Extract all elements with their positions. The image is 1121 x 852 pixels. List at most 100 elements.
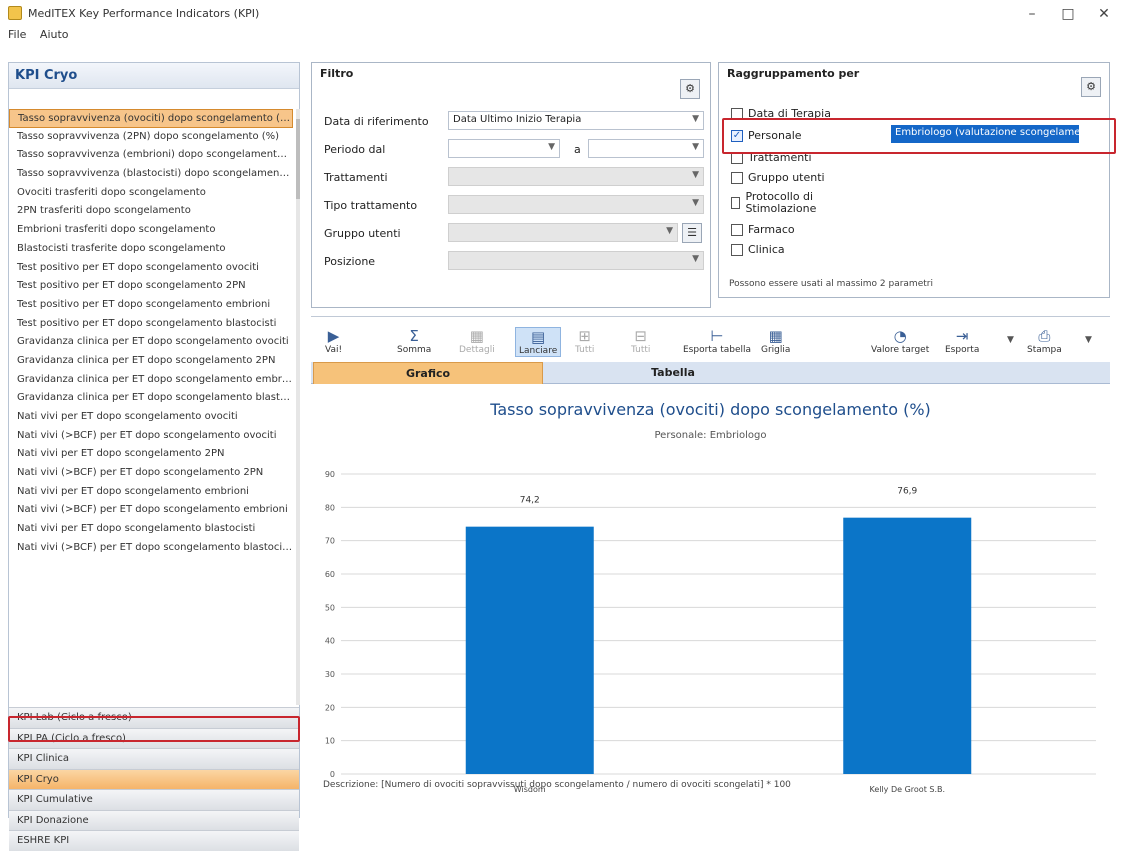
kpi-list-item[interactable]: Blastocisti trasferite dopo scongelament… [9, 240, 293, 259]
sidebar-scrollbar[interactable] [296, 109, 300, 705]
expand-icon: ⊞ [578, 327, 591, 345]
filter-reset-icon[interactable]: ⚙ [680, 79, 700, 99]
scroll-thumb[interactable] [296, 119, 300, 199]
tab-table[interactable]: Tabella [543, 362, 803, 384]
checkbox-box[interactable] [731, 197, 741, 209]
treatments-select[interactable]: ▼ [448, 167, 704, 186]
grid-label: Griglia [761, 345, 791, 355]
grid-icon: ▦ [768, 327, 783, 345]
kpi-list-item[interactable]: Tasso sopravvivenza (embrioni) dopo scon… [9, 146, 293, 165]
details-label: Dettagli [459, 345, 495, 355]
checkbox-clinic[interactable]: Clinica [731, 243, 785, 256]
grouping-reset-icon[interactable]: ⚙ [1081, 77, 1101, 97]
kpi-list-item[interactable]: Nati vivi (>BCF) per ET dopo scongelamen… [9, 539, 293, 558]
details-button[interactable]: ▦ Dettagli [459, 327, 495, 355]
user-group-picker-icon[interactable]: ☰ [682, 223, 702, 243]
kpi-list-item[interactable]: Embrioni trasferiti dopo scongelamento [9, 221, 293, 240]
kpi-list-item[interactable]: Gravidanza clinica per ET dopo scongelam… [9, 352, 293, 371]
all-label-2: Tutti [631, 345, 651, 355]
chart-icon: ▤ [531, 328, 546, 346]
all-button-1[interactable]: ⊞ Tutti [575, 327, 594, 355]
menu-file[interactable]: File [8, 28, 26, 41]
y-tick-label: 0 [330, 770, 335, 779]
kpi-list-item[interactable]: Test positivo per ET dopo scongelamento … [9, 296, 293, 315]
kpi-list-item[interactable]: Test positivo per ET dopo scongelamento … [9, 259, 293, 278]
export-table-label: Esporta tabella [683, 345, 752, 355]
toolbar: ▶ Vai! Σ Somma ▦ Dettagli ▤ Lanciare ⊞ Tutti … [311, 316, 1110, 368]
kpi-group-5[interactable]: KPI Donazione [9, 809, 299, 830]
chart-footnote: Descrizione: [Numero di ovociti sopravvi… [323, 780, 791, 790]
checkbox-label: Farmaco [748, 223, 795, 236]
reference-date-select[interactable]: Data Ultimo Inizio Terapia ▼ [448, 111, 704, 130]
kpi-list-item[interactable]: Test positivo per ET dopo scongelamento … [9, 277, 293, 296]
period-from-input[interactable]: ▼ [448, 139, 560, 158]
y-tick-label: 80 [325, 503, 335, 512]
view-tabs: Grafico Tabella [311, 362, 1110, 384]
launch-button[interactable]: ▤ Lanciare [515, 327, 562, 357]
position-select[interactable]: ▼ [448, 251, 704, 270]
checkbox-user-group[interactable]: Gruppo utenti [731, 171, 825, 184]
grouping-panel: Raggruppamento per ⚙ Data di Terapia ✓ Pe… [718, 62, 1110, 298]
kpi-list-item[interactable]: Tasso sopravvivenza (blastocisti) dopo s… [9, 165, 293, 184]
go-label: Vai! [325, 345, 343, 355]
kpi-group-3[interactable]: KPI Cryo [9, 768, 299, 789]
print-dropdown-icon[interactable]: ▼ [1085, 335, 1092, 345]
period-to-input[interactable]: ▼ [588, 139, 704, 158]
close-button[interactable]: ✕ [1094, 5, 1114, 23]
y-tick-label: 60 [325, 570, 335, 579]
kpi-group-4[interactable]: KPI Cumulative [9, 789, 299, 810]
tab-chart[interactable]: Grafico [313, 362, 543, 384]
checkbox-protocol[interactable]: Protocollo di Stimolazione [731, 191, 851, 215]
checkbox-box[interactable] [731, 171, 743, 184]
target-value-label: Valore target [871, 345, 930, 355]
y-tick-label: 70 [325, 537, 335, 546]
kpi-group-2[interactable]: KPI Clinica [9, 748, 299, 769]
minimize-button[interactable]: – [1022, 5, 1042, 23]
kpi-list-item[interactable]: Ovociti trasferiti dopo scongelamento [9, 184, 293, 203]
sum-label: Somma [397, 345, 432, 355]
details-icon: ▦ [469, 327, 484, 345]
highlight-personale [722, 118, 1116, 154]
kpi-list-item[interactable]: Nati vivi (>BCF) per ET dopo scongelamen… [9, 464, 293, 483]
label-period-to: a [574, 143, 581, 156]
checkbox-drug[interactable]: Farmaco [731, 223, 795, 236]
collapse-icon: ⊟ [634, 327, 647, 345]
kpi-list-item[interactable]: Gravidanza clinica per ET dopo scongelam… [9, 371, 293, 390]
checkbox-box[interactable] [731, 243, 743, 256]
go-button[interactable]: ▶ Vai! [325, 327, 342, 355]
kpi-list-item[interactable]: Gravidanza clinica per ET dopo scongelam… [9, 333, 293, 352]
target-value-button[interactable]: ◔ Valore target [871, 327, 929, 355]
kpi-list-item[interactable]: Tasso sopravvivenza (ovociti) dopo scong… [9, 109, 293, 128]
grouping-title: Raggruppamento per [727, 67, 860, 80]
grid-button[interactable]: ▦ Griglia [761, 327, 790, 355]
chevron-down-icon: ▼ [692, 254, 699, 264]
sum-button[interactable]: Σ Somma [397, 327, 431, 355]
kpi-list-item[interactable]: Nati vivi (>BCF) per ET dopo scongelamen… [9, 427, 293, 446]
kpi-list-item[interactable]: Test positivo per ET dopo scongelamento … [9, 315, 293, 334]
chevron-down-icon: ▼ [692, 142, 699, 152]
kpi-sidebar: KPI Cryo Tasso sopravvivenza (ovociti) d… [8, 62, 300, 851]
user-group-select[interactable]: ▼ [448, 223, 678, 242]
kpi-list-item[interactable]: Nati vivi (>BCF) per ET dopo scongelamen… [9, 501, 293, 520]
kpi-list-item[interactable]: Nati vivi per ET dopo scongelamento blas… [9, 520, 293, 539]
print-button[interactable]: ⎙ Stampa [1027, 327, 1062, 355]
kpi-list-item[interactable]: 2PN trasferiti dopo scongelamento [9, 202, 293, 221]
label-user-group: Gruppo utenti [324, 227, 401, 240]
export-table-button[interactable]: ⊢ Esporta tabella [683, 327, 751, 355]
menu-help[interactable]: Aiuto [40, 28, 69, 41]
chart-area: Tasso sopravvivenza (ovociti) dopo scong… [311, 384, 1110, 818]
export-dropdown-icon[interactable]: ▼ [1007, 335, 1014, 345]
kpi-list-item[interactable]: Nati vivi per ET dopo scongelamento embr… [9, 483, 293, 502]
maximize-button[interactable]: □ [1058, 5, 1078, 23]
checkbox-box[interactable] [731, 223, 743, 236]
kpi-list-item[interactable]: Nati vivi per ET dopo scongelamento ovoc… [9, 408, 293, 427]
all-button-2[interactable]: ⊟ Tutti [631, 327, 650, 355]
y-tick-label: 90 [325, 470, 335, 479]
treatment-type-select[interactable]: ▼ [448, 195, 704, 214]
kpi-list-item[interactable]: Nati vivi per ET dopo scongelamento 2PN [9, 445, 293, 464]
kpi-list-item[interactable]: Gravidanza clinica per ET dopo scongelam… [9, 389, 293, 408]
kpi-list-item[interactable]: Tasso sopravvivenza (2PN) dopo scongelam… [9, 128, 293, 147]
export-button[interactable]: ⇥ Esporta [945, 327, 979, 355]
title-bar: MedITEX Key Performance Indicators (KPI)… [0, 0, 1121, 28]
kpi-group-6[interactable]: ESHRE KPI [9, 830, 299, 851]
